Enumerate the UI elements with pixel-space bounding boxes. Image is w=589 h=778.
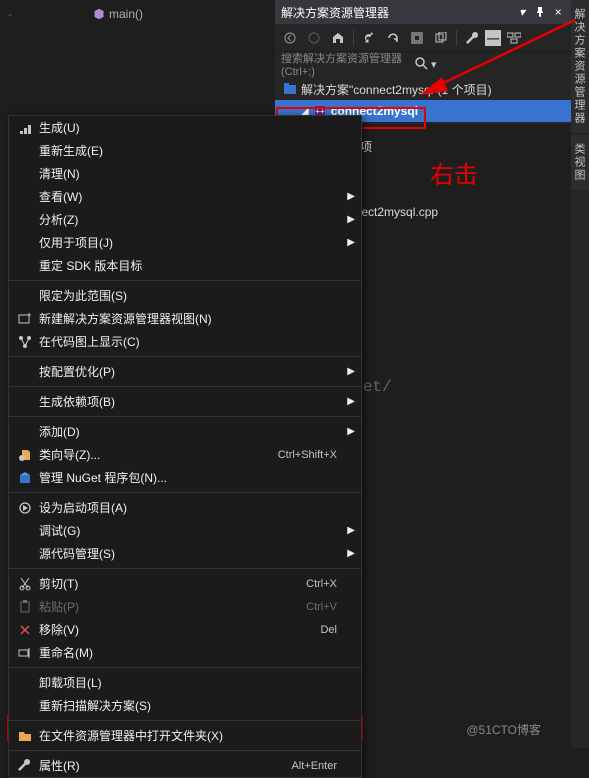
vtab-solution-explorer[interactable]: 解决方案资源管理器 bbox=[571, 0, 589, 133]
submenu-arrow-icon: ▶ bbox=[347, 396, 355, 407]
solution-icon bbox=[283, 82, 297, 96]
watermark: @51CTO博客 bbox=[466, 721, 541, 738]
panel-toolbar: — bbox=[275, 24, 571, 52]
menu-rename[interactable]: 重命名(M) bbox=[9, 641, 361, 664]
home-icon[interactable] bbox=[327, 27, 349, 49]
submenu-arrow-icon: ▶ bbox=[347, 214, 355, 225]
back-icon[interactable] bbox=[279, 27, 301, 49]
tree-item[interactable]: 件 bbox=[346, 223, 571, 245]
rename-icon bbox=[18, 646, 32, 660]
folder-icon bbox=[18, 729, 32, 743]
menu-clean[interactable]: 清理(N) bbox=[9, 162, 361, 185]
menu-properties[interactable]: 属性(R)Alt+Enter bbox=[9, 754, 361, 777]
menu-source-control[interactable]: 源代码管理(S)▶ bbox=[9, 542, 361, 565]
showall-icon[interactable] bbox=[430, 27, 452, 49]
submenu-arrow-icon: ▶ bbox=[347, 366, 355, 377]
submenu-arrow-icon: ▶ bbox=[347, 548, 355, 559]
collapse-icon[interactable] bbox=[406, 27, 428, 49]
submenu-arrow-icon: ▶ bbox=[347, 525, 355, 536]
new-view-icon bbox=[18, 312, 32, 326]
function-icon bbox=[93, 8, 105, 20]
build-icon bbox=[18, 121, 32, 135]
submenu-arrow-icon: ▶ bbox=[347, 237, 355, 248]
menu-project-only[interactable]: 仅用于项目(J)▶ bbox=[9, 231, 361, 254]
menu-codemap[interactable]: 在代码图上显示(C) bbox=[9, 330, 361, 353]
codemap-icon bbox=[18, 335, 32, 349]
menu-debug[interactable]: 调试(G)▶ bbox=[9, 519, 361, 542]
search-box[interactable]: 搜索解决方案资源管理器(Ctrl+;) ▾ bbox=[275, 52, 571, 76]
forward-icon[interactable] bbox=[303, 27, 325, 49]
diff-icon[interactable]: — bbox=[485, 30, 501, 46]
cut-icon bbox=[18, 577, 32, 591]
solution-explorer-panel: 解决方案资源管理器 ▾ × — 搜索解决方案资源管理器(Ctrl+;) ▾ 解决… bbox=[275, 0, 571, 124]
tree-item[interactable]: 赖项 bbox=[346, 135, 571, 157]
menu-class-wizard[interactable]: 类向导(Z)...Ctrl+Shift+X bbox=[9, 443, 361, 466]
menu-scope[interactable]: 限定为此范围(S) bbox=[9, 284, 361, 307]
search-icon bbox=[415, 57, 429, 71]
solution-node[interactable]: 解决方案"connect2mysql"(1 个项目) bbox=[275, 78, 571, 100]
menu-new-view[interactable]: 新建解决方案资源管理器视图(N) bbox=[9, 307, 361, 330]
menu-view[interactable]: 查看(W)▶ bbox=[9, 185, 361, 208]
menu-rebuild[interactable]: 重新生成(E) bbox=[9, 139, 361, 162]
menu-paste: 粘贴(P)Ctrl+V bbox=[9, 595, 361, 618]
menu-startup[interactable]: 设为启动项目(A) bbox=[9, 496, 361, 519]
paste-icon bbox=[18, 600, 32, 614]
submenu-arrow-icon: ▶ bbox=[347, 191, 355, 202]
remove-icon bbox=[18, 623, 32, 637]
function-indicator[interactable]: main() bbox=[93, 7, 143, 21]
wrench-icon bbox=[18, 759, 32, 773]
sync-icon[interactable] bbox=[358, 27, 380, 49]
panel-pin-icon[interactable] bbox=[533, 5, 547, 19]
menu-build[interactable]: 生成(U) bbox=[9, 116, 361, 139]
refresh-icon[interactable] bbox=[382, 27, 404, 49]
class-wizard-icon bbox=[18, 448, 32, 462]
nuget-icon bbox=[18, 471, 32, 485]
menu-build-deps[interactable]: 生成依赖项(B)▶ bbox=[9, 390, 361, 413]
tree-item[interactable]: nnect2mysql.cpp bbox=[346, 201, 571, 223]
menu-cut[interactable]: 剪切(T)Ctrl+X bbox=[9, 572, 361, 595]
panel-titlebar: 解决方案资源管理器 ▾ × bbox=[275, 0, 571, 24]
panel-close-icon[interactable]: × bbox=[551, 5, 565, 19]
menu-add[interactable]: 添加(D)▶ bbox=[9, 420, 361, 443]
menu-nuget[interactable]: 管理 NuGet 程序包(N)... bbox=[9, 466, 361, 489]
wrench-icon[interactable] bbox=[461, 27, 483, 49]
menu-open-explorer[interactable]: 在文件资源管理器中打开文件夹(X) bbox=[9, 724, 361, 747]
vertical-tab-strip: 解决方案资源管理器 类视图 bbox=[571, 0, 589, 748]
panel-dropdown-icon[interactable]: ▾ bbox=[515, 5, 529, 19]
menu-remove[interactable]: 移除(V)Del bbox=[9, 618, 361, 641]
view-icon[interactable] bbox=[503, 27, 525, 49]
menu-retarget-sdk[interactable]: 重定 SDK 版本目标 bbox=[9, 254, 361, 277]
project-context-menu: 生成(U) 重新生成(E) 清理(N) 查看(W)▶ 分析(Z)▶ 仅用于项目(… bbox=[8, 115, 362, 778]
menu-unload[interactable]: 卸载项目(L) bbox=[9, 671, 361, 694]
menu-rescan[interactable]: 重新扫描解决方案(S) bbox=[9, 694, 361, 717]
menu-analyze[interactable]: 分析(Z)▶ bbox=[9, 208, 361, 231]
tree-partial: 赖项 nnect2mysql.cpp 件 bbox=[346, 135, 571, 245]
submenu-arrow-icon: ▶ bbox=[347, 426, 355, 437]
vtab-class-view[interactable]: 类视图 bbox=[571, 135, 589, 190]
startup-icon bbox=[18, 501, 32, 515]
menu-optimize[interactable]: 按配置优化(P)▶ bbox=[9, 360, 361, 383]
